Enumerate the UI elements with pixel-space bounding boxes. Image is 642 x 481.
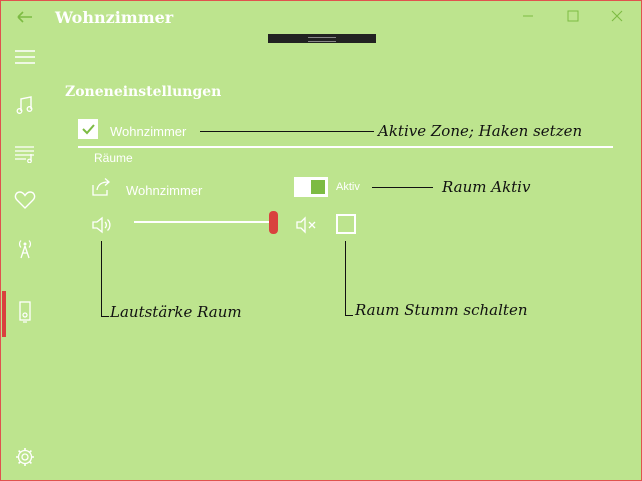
hamburger-menu-button[interactable] xyxy=(13,45,37,69)
close-icon xyxy=(611,10,623,22)
music-note-icon xyxy=(16,96,33,114)
app-window: Wohnzimmer Zoneneinstellungen Wohnzimmer… xyxy=(0,0,642,481)
toggle-knob xyxy=(311,180,325,194)
sidebar-item-favorites[interactable] xyxy=(13,188,37,212)
drag-handle[interactable] xyxy=(268,34,376,43)
share-icon xyxy=(92,178,110,196)
active-indicator xyxy=(2,291,6,337)
annotation-room-mute: Raum Stumm schalten xyxy=(355,301,528,319)
annotation-room-volume: Lautstärke Raum xyxy=(110,303,242,321)
callout-line-active-zone xyxy=(200,131,374,132)
sidebar-item-radio[interactable] xyxy=(13,236,37,260)
mute-icon xyxy=(296,216,316,234)
callout-line-mute-h xyxy=(345,315,353,316)
volume-slider-thumb[interactable] xyxy=(269,211,278,234)
callout-line-volume-h xyxy=(101,316,109,317)
mute-icon-button[interactable] xyxy=(295,215,319,235)
maximize-icon xyxy=(567,10,579,22)
speaker-icon xyxy=(19,301,31,323)
back-button[interactable] xyxy=(9,5,41,29)
settings-button[interactable] xyxy=(13,445,37,469)
zone-label: Wohnzimmer xyxy=(110,124,187,139)
volume-icon xyxy=(92,216,111,234)
divider xyxy=(78,146,613,148)
window-title: Wohnzimmer xyxy=(55,8,174,27)
annotation-active-zone: Aktive Zone; Haken setzen xyxy=(378,122,583,140)
close-button[interactable] xyxy=(597,2,637,32)
minimize-icon xyxy=(523,15,533,17)
toggle-label: Aktiv xyxy=(336,181,360,193)
sidebar-item-playlist[interactable] xyxy=(13,142,37,166)
section-title: Zoneneinstellungen xyxy=(65,84,222,100)
radio-tower-icon xyxy=(19,240,31,259)
back-arrow-icon xyxy=(17,11,32,23)
volume-slider-track[interactable] xyxy=(134,221,274,223)
room-active-toggle[interactable] xyxy=(294,177,328,197)
rooms-header: Räume xyxy=(94,151,133,165)
callout-line-volume xyxy=(101,241,102,317)
callout-line-room-active xyxy=(372,187,433,188)
gear-icon xyxy=(16,448,34,466)
callout-line-mute xyxy=(345,241,346,316)
sidebar-item-music[interactable] xyxy=(13,93,37,117)
heart-icon xyxy=(14,191,36,209)
room-mute-checkbox[interactable] xyxy=(336,214,356,234)
annotation-room-active: Raum Aktiv xyxy=(442,178,531,196)
active-zone-checkbox[interactable] xyxy=(78,119,98,139)
maximize-button[interactable] xyxy=(553,2,593,32)
share-room-button[interactable] xyxy=(91,177,113,197)
volume-button[interactable] xyxy=(91,214,115,236)
sidebar-item-speakers[interactable] xyxy=(13,300,37,324)
checkmark-icon xyxy=(82,124,95,135)
hamburger-icon xyxy=(15,50,35,64)
room-name: Wohnzimmer xyxy=(126,183,203,198)
minimize-button[interactable] xyxy=(508,2,548,32)
playlist-icon xyxy=(15,146,34,163)
